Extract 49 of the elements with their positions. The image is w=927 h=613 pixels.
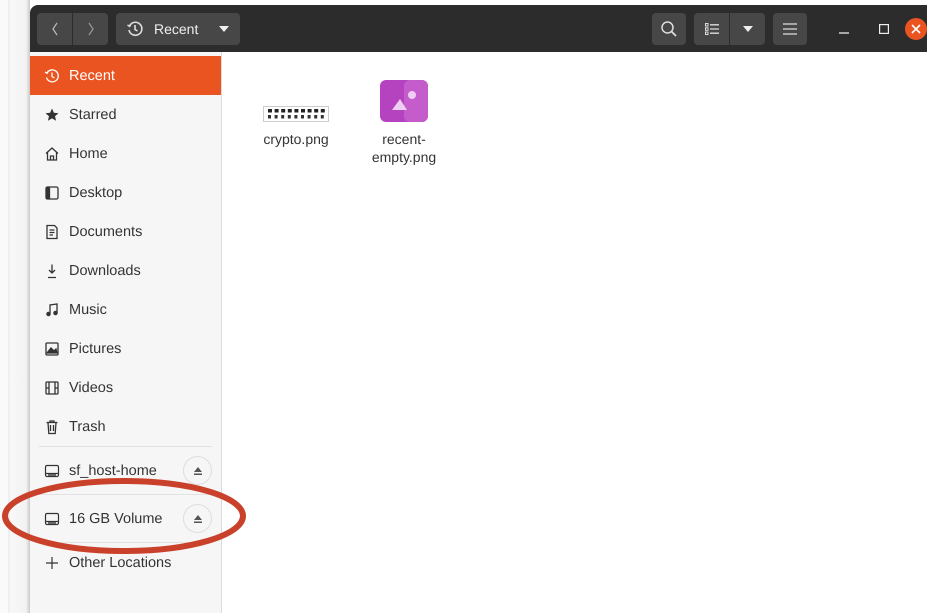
music-icon (44, 302, 60, 318)
list-view-button[interactable] (694, 12, 729, 44)
search-button[interactable] (652, 12, 686, 44)
eject-icon (192, 466, 202, 474)
sidebar-item[interactable]: Documents (30, 212, 221, 251)
maximize-icon (879, 24, 889, 34)
sidebar-item[interactable]: Recent (30, 56, 221, 95)
thumbnail-icon (263, 106, 329, 122)
sidebar-item[interactable]: Trash (30, 407, 221, 446)
dropdown-arrow-icon (742, 24, 754, 32)
search-icon (660, 20, 678, 38)
clock-icon (126, 20, 144, 38)
eject-button[interactable] (183, 456, 212, 485)
clock-icon (44, 68, 60, 84)
sidebar-item[interactable]: sf_host-home (30, 447, 221, 494)
film-icon (44, 380, 60, 396)
view-options-button[interactable] (730, 12, 765, 44)
list-icon (704, 22, 718, 34)
picture-icon (44, 340, 60, 356)
menu-button[interactable] (773, 12, 807, 44)
close-button[interactable] (905, 18, 927, 40)
sidebar-item[interactable]: Music (30, 290, 221, 329)
sidebar-item[interactable]: Other Locations (30, 543, 221, 582)
minimize-icon (839, 32, 849, 34)
document-icon (44, 224, 60, 240)
file-name[interactable]: crypto.png (263, 130, 329, 148)
desktop-icon (44, 184, 60, 200)
close-icon (911, 24, 921, 34)
image-icon (380, 80, 428, 122)
star-icon (44, 106, 60, 122)
sidebar-item[interactable]: Pictures (30, 329, 221, 368)
file-name[interactable]: recent-empty.png (372, 130, 436, 166)
sidebar-item[interactable]: Starred (30, 95, 221, 134)
drive-icon (44, 462, 60, 478)
menu-icon (783, 22, 797, 34)
sidebar-item[interactable]: Home (30, 134, 221, 173)
chevron-right-icon (86, 20, 96, 36)
sidebar-item[interactable]: Downloads (30, 251, 221, 290)
plus-icon (44, 554, 60, 570)
eject-button[interactable] (183, 504, 212, 533)
drive-icon (44, 510, 60, 526)
location-button[interactable]: Recent (116, 12, 240, 44)
chevron-left-icon (50, 20, 60, 36)
eject-icon (192, 514, 202, 522)
sidebar-item[interactable]: Desktop (30, 173, 221, 212)
home-icon (44, 146, 60, 162)
trash-icon (44, 418, 60, 434)
sidebar-item[interactable]: Videos (30, 368, 221, 407)
dropdown-arrow-icon (218, 24, 230, 32)
